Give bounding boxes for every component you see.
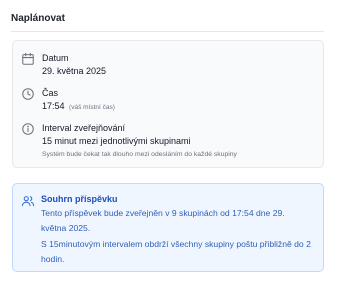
calendar-icon: [21, 52, 35, 66]
section-title: Naplánovat: [11, 13, 65, 24]
users-icon: [21, 194, 35, 208]
summary-interval-text: S 15minutovým intervalem obdrží všechny …: [41, 239, 311, 264]
interval-row: Interval zveřejňování 15 minut mezi jedn…: [21, 122, 315, 162]
time-zone-note: (váš místní čas): [69, 104, 115, 111]
date-label: Datum: [42, 53, 69, 63]
divider: [11, 31, 324, 32]
interval-hint: Systém bude čekat tak dlouho mezi odeslá…: [42, 151, 237, 158]
schedule-details-card: Datum 29. května 2025 Čas 17:54 (váš mís…: [12, 40, 324, 168]
interval-label: Interval zveřejňování: [42, 123, 126, 133]
time-label: Čas: [42, 88, 59, 98]
interval-value: 15 minut mezi jednotlivými skupinami: [42, 136, 191, 146]
time-value-wrap: 17:54 (váš místní čas): [42, 101, 115, 111]
info-icon: [21, 122, 35, 136]
schedule-panel: Naplánovat Datum 29. května 2025 Čas 17:…: [0, 0, 340, 285]
post-summary-card: Souhrn příspěvku Tento příspěvek bude zv…: [12, 183, 324, 272]
date-row: Datum 29. května 2025: [21, 52, 315, 80]
date-value: 29. května 2025: [42, 66, 107, 76]
summary-schedule-text: Tento příspěvek bude zveřejněn v 9 skupi…: [41, 208, 285, 233]
time-value: 17:54: [42, 101, 65, 111]
clock-icon: [21, 87, 35, 101]
time-row: Čas 17:54 (váš místní čas): [21, 87, 315, 115]
summary-title: Souhrn příspěvku: [41, 194, 118, 204]
